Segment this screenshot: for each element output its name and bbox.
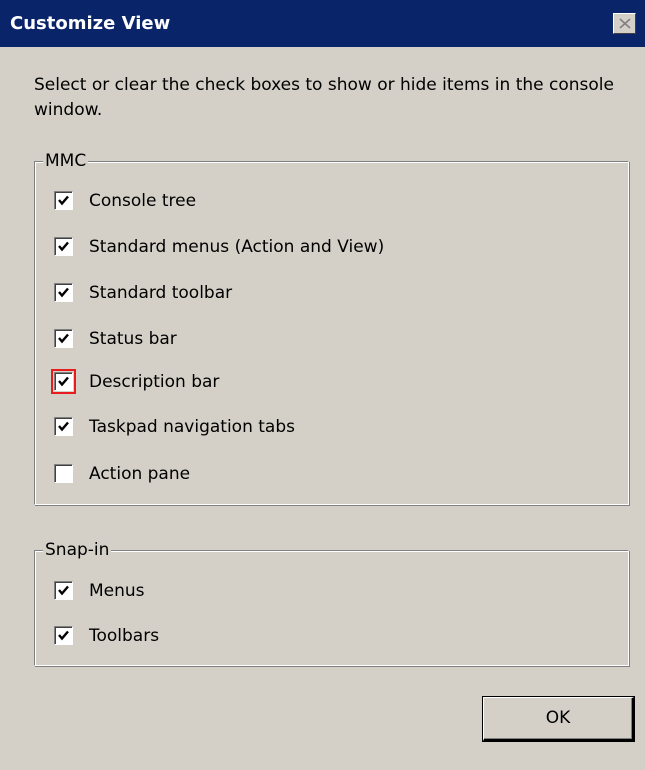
standard-menus-label: Standard menus (Action and View) bbox=[89, 237, 385, 257]
console-tree-label: Console tree bbox=[89, 191, 197, 211]
window-title: Customize View bbox=[10, 13, 171, 34]
action-pane-checkbox[interactable] bbox=[54, 464, 73, 483]
mmc-group-legend: MMC bbox=[43, 150, 89, 172]
mmc-group: MMC Console tree Standard menus (Action … bbox=[34, 150, 629, 505]
checkmark-icon bbox=[58, 630, 69, 641]
customize-view-dialog: Customize View Select or clear the check… bbox=[0, 0, 645, 770]
snapin-group-legend: Snap-in bbox=[43, 539, 112, 561]
standard-menus-checkbox[interactable] bbox=[54, 237, 73, 256]
console-tree-checkbox[interactable] bbox=[54, 191, 73, 210]
toolbars-label: Toolbars bbox=[89, 626, 160, 646]
checkmark-icon bbox=[58, 241, 69, 252]
ok-button[interactable]: OK bbox=[483, 697, 634, 741]
menus-label: Menus bbox=[89, 581, 145, 601]
checkmark-icon bbox=[58, 287, 69, 298]
checkmark-icon bbox=[58, 585, 69, 596]
status-bar-checkbox[interactable] bbox=[54, 329, 73, 348]
checkmark-icon bbox=[58, 195, 69, 206]
title-bar: Customize View bbox=[0, 0, 645, 47]
menus-checkbox[interactable] bbox=[54, 581, 73, 600]
instruction-text: Select or clear the check boxes to show … bbox=[34, 75, 614, 120]
description-bar-label: Description bar bbox=[89, 372, 220, 392]
taskpad-navigation-tabs-label: Taskpad navigation tabs bbox=[89, 417, 295, 437]
highlight-outline bbox=[51, 369, 76, 394]
close-icon bbox=[619, 18, 631, 29]
action-pane-label: Action pane bbox=[89, 464, 191, 484]
snapin-group: Snap-in Menus Toolbars bbox=[34, 539, 629, 666]
toolbars-checkbox[interactable] bbox=[54, 626, 73, 645]
standard-toolbar-checkbox[interactable] bbox=[54, 283, 73, 302]
taskpad-navigation-tabs-checkbox[interactable] bbox=[54, 417, 73, 436]
standard-toolbar-label: Standard toolbar bbox=[89, 283, 233, 303]
checkmark-icon bbox=[58, 333, 69, 344]
status-bar-label: Status bar bbox=[89, 329, 177, 349]
checkmark-icon bbox=[58, 421, 69, 432]
close-button[interactable] bbox=[613, 13, 636, 34]
